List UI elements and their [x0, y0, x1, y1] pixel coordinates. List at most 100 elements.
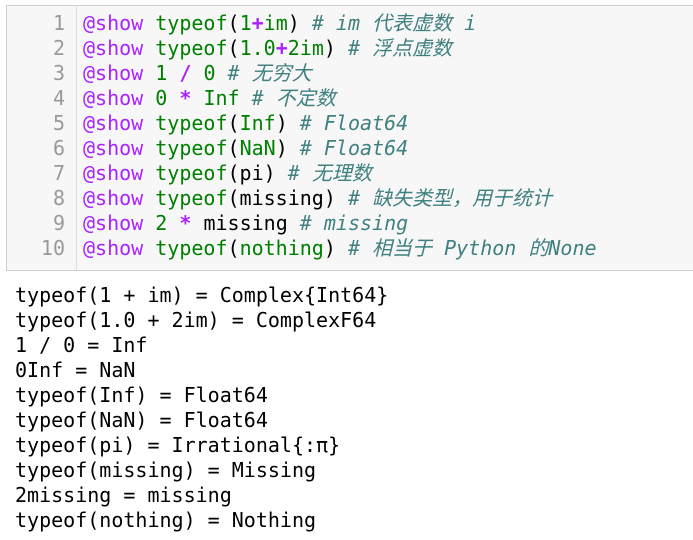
- code-token-macro: @show: [83, 111, 144, 135]
- output-line: typeof(Inf) = Float64: [15, 383, 268, 407]
- code-token-macro: @show: [83, 61, 144, 85]
- cell-output: typeof(1 + im) = Complex{Int64} typeof(1.…: [15, 283, 388, 533]
- code-token-ident: [191, 61, 203, 85]
- code-line[interactable]: 8 @show typeof(missing) # 缺失类型，用于统计: [7, 186, 693, 211]
- code-token-builtin: typeof: [155, 11, 228, 35]
- output-line: 1 / 0 = Inf: [15, 333, 148, 357]
- code-token-macro: @show: [83, 186, 144, 210]
- line-number: 5: [52, 111, 65, 135]
- line-number: 1: [52, 11, 65, 35]
- output-line: 2missing = missing: [15, 483, 232, 507]
- code-token-ident: [143, 161, 155, 185]
- code-token-comment: # 不定数: [251, 86, 336, 110]
- code-line[interactable]: 10 @show typeof(nothing) # 相当于 Python 的No…: [7, 236, 693, 261]
- code-text: @show 1 / 0 # 无穷大: [83, 61, 312, 86]
- code-token-number: im: [263, 11, 288, 35]
- code-token-op: /: [179, 61, 192, 85]
- code-token-number: 0: [203, 61, 216, 85]
- code-token-macro: @show: [83, 86, 144, 110]
- code-token-ident: [216, 61, 228, 85]
- code-token-ident: (: [227, 111, 240, 135]
- code-line[interactable]: 3 @show 1 / 0 # 无穷大: [7, 61, 693, 86]
- line-number: 10: [40, 236, 65, 260]
- code-token-comment: # 浮点虚数: [347, 36, 453, 60]
- code-token-ident: (: [227, 136, 240, 160]
- code-token-macro: @show: [83, 11, 144, 35]
- code-token-ident: [143, 211, 155, 235]
- code-token-ident: [240, 86, 252, 110]
- code-token-comment: # 相当于 Python 的None: [347, 236, 597, 260]
- code-line[interactable]: 1 @show typeof(1+im) # im 代表虚数 i: [7, 11, 693, 36]
- code-token-ident: ): [287, 11, 312, 35]
- code-token-ident: [143, 111, 155, 135]
- code-token-ident: (missing): [227, 186, 348, 210]
- line-number: 9: [52, 211, 65, 235]
- code-token-number: 1: [155, 61, 168, 85]
- line-number: 8: [52, 186, 65, 210]
- code-token-ident: (: [227, 11, 240, 35]
- code-token-macro: @show: [83, 211, 144, 235]
- code-token-macro: @show: [83, 236, 144, 260]
- code-token-builtin: typeof: [155, 136, 228, 160]
- code-token-number: 2: [155, 211, 168, 235]
- code-token-ident: [191, 86, 203, 110]
- code-token-op: *: [179, 211, 192, 235]
- code-token-ident: ): [275, 111, 300, 135]
- code-line[interactable]: 4 @show 0 * Inf # 不定数: [7, 86, 693, 111]
- code-token-ident: [143, 11, 155, 35]
- code-token-builtin: typeof: [155, 111, 228, 135]
- code-token-comment: # 无理数: [287, 161, 372, 185]
- output-line: typeof(NaN) = Float64: [15, 408, 268, 432]
- output-line: typeof(nothing) = Nothing: [15, 508, 317, 532]
- code-text: @show typeof(pi) # 无理数: [83, 161, 372, 186]
- code-token-ident: [143, 61, 155, 85]
- code-token-ident: [167, 86, 179, 110]
- code-token-builtin: typeof: [155, 186, 228, 210]
- code-token-number: 2im: [287, 36, 324, 60]
- output-line: typeof(missing) = Missing: [15, 458, 317, 482]
- code-token-op: +: [251, 11, 264, 35]
- code-token-comment: # Float64: [299, 136, 409, 160]
- code-text: @show typeof(1+im) # im 代表虚数 i: [83, 11, 476, 36]
- code-line[interactable]: 2 @show typeof(1.0+2im) # 浮点虚数: [7, 36, 693, 61]
- code-token-comment: # Float64: [299, 111, 409, 135]
- code-text: @show 2 * missing # missing: [83, 211, 408, 236]
- code-token-macro: @show: [83, 36, 144, 60]
- output-line: typeof(1.0 + 2im) = ComplexF64: [15, 308, 377, 332]
- code-token-builtin: Inf: [239, 111, 276, 135]
- line-number: 4: [52, 86, 65, 110]
- code-line[interactable]: 9 @show 2 * missing # missing: [7, 211, 693, 236]
- code-token-builtin: NaN: [239, 136, 276, 160]
- code-text: @show typeof(missing) # 缺失类型，用于统计: [83, 186, 552, 211]
- code-token-comment: # missing: [299, 211, 409, 235]
- code-token-macro: @show: [83, 161, 144, 185]
- code-token-ident: (: [227, 36, 240, 60]
- code-token-op: *: [179, 86, 192, 110]
- line-number: 3: [52, 61, 65, 85]
- output-line: typeof(pi) = Irrational{:π}: [15, 433, 341, 457]
- output-line: 0Inf = NaN: [15, 358, 136, 382]
- code-text: @show typeof(NaN) # Float64: [83, 136, 408, 161]
- code-text: @show 0 * Inf # 不定数: [83, 86, 336, 111]
- code-token-ident: missing: [191, 211, 300, 235]
- code-text: @show typeof(Inf) # Float64: [83, 111, 408, 136]
- code-token-ident: [143, 186, 155, 210]
- line-number: 2: [52, 36, 65, 60]
- code-token-ident: ): [323, 236, 348, 260]
- code-line[interactable]: 7 @show typeof(pi) # 无理数: [7, 161, 693, 186]
- code-token-number: 1: [239, 11, 252, 35]
- code-token-ident: [167, 61, 179, 85]
- code-token-ident: [143, 86, 155, 110]
- code-token-comment: # 无穷大: [227, 61, 312, 85]
- code-token-comment: # im 代表虚数 i: [311, 11, 477, 35]
- code-cell[interactable]: 1 @show typeof(1+im) # im 代表虚数 i 2 @show ty…: [6, 5, 693, 271]
- code-line[interactable]: 5 @show typeof(Inf) # Float64: [7, 111, 693, 136]
- code-text: @show typeof(1.0+2im) # 浮点虚数: [83, 36, 452, 61]
- code-line[interactable]: 6 @show typeof(NaN) # Float64: [7, 136, 693, 161]
- code-token-op: +: [275, 36, 288, 60]
- code-token-comment: # 缺失类型，用于统计: [347, 186, 553, 210]
- code-token-ident: [143, 136, 155, 160]
- code-token-ident: (: [227, 236, 240, 260]
- code-token-ident: ): [323, 36, 348, 60]
- code-token-number: 1.0: [239, 36, 276, 60]
